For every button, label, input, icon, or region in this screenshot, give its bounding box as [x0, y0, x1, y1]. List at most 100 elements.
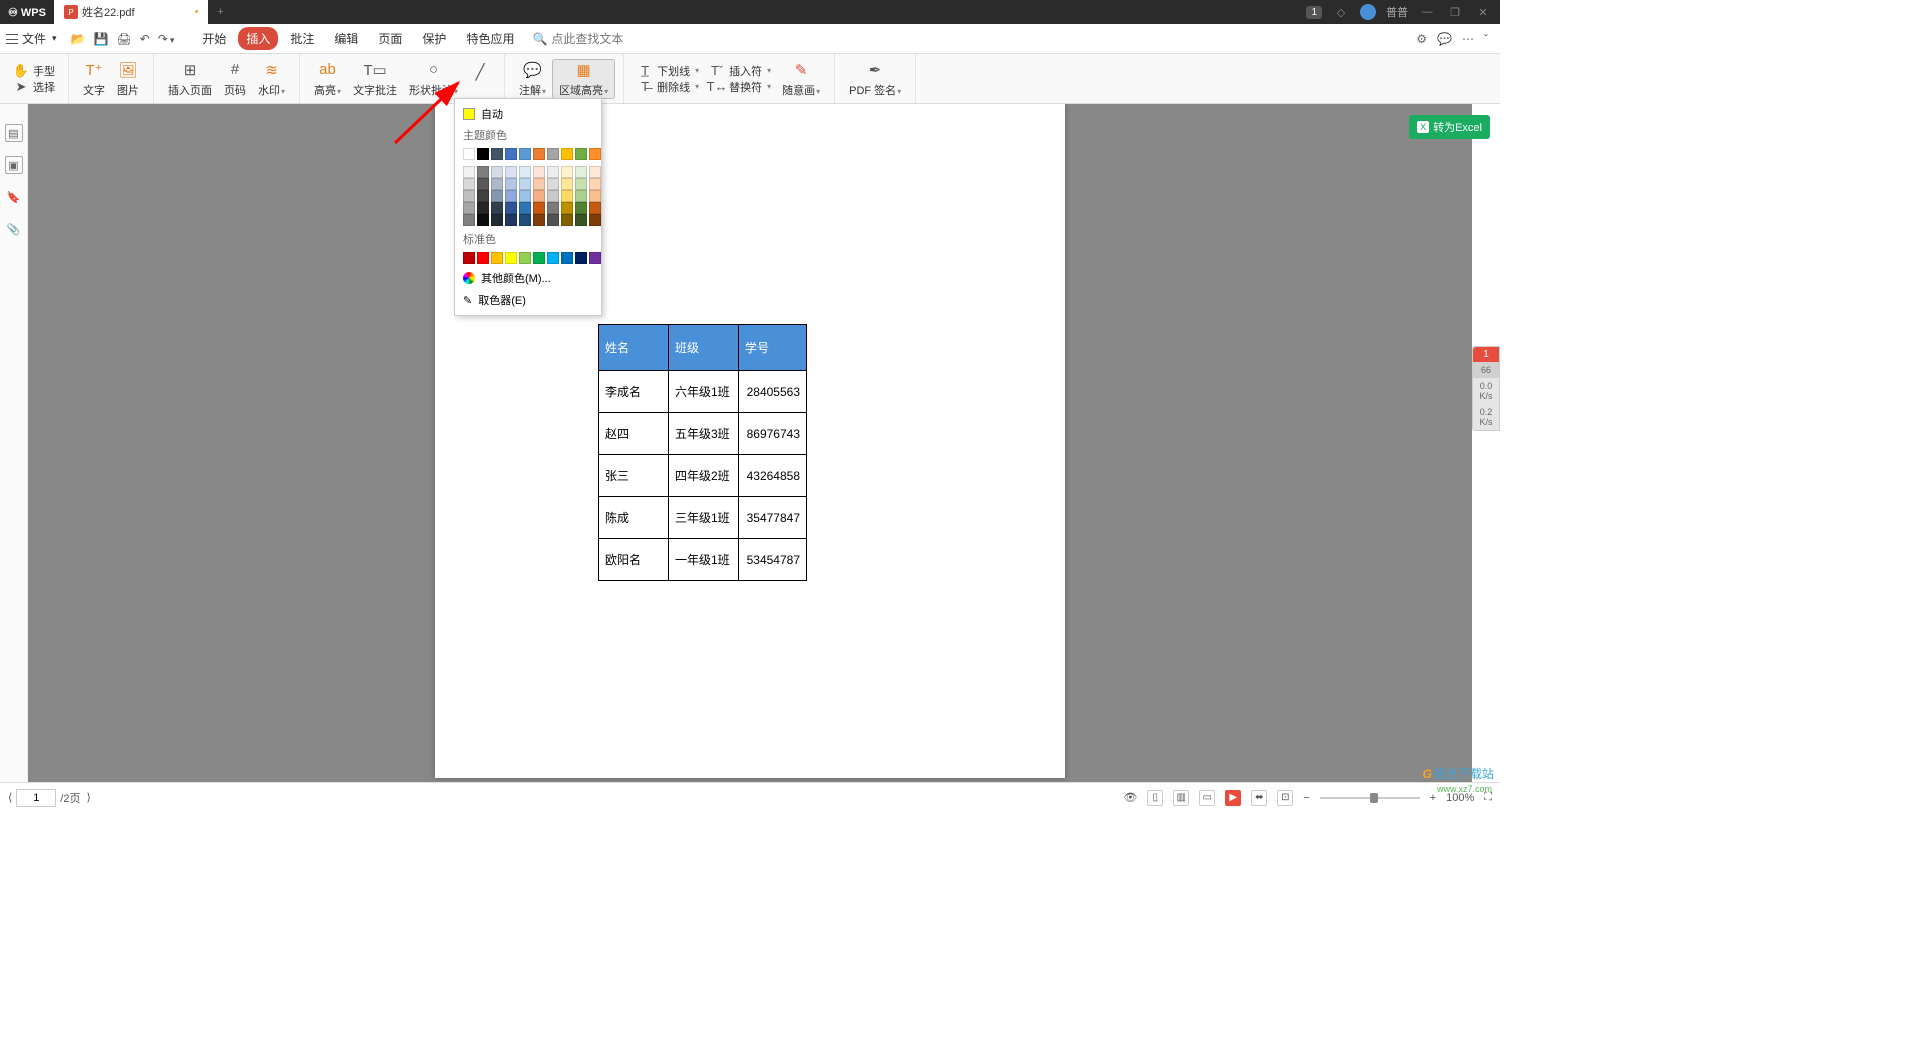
open-icon[interactable]: 📂 [71, 32, 86, 46]
color-swatch[interactable] [561, 166, 573, 178]
redo-icon[interactable]: ↷▾ [158, 32, 175, 46]
color-swatch[interactable] [547, 166, 559, 178]
color-swatch[interactable] [575, 202, 587, 214]
select-tool[interactable]: ➤选择 [8, 79, 60, 95]
zoom-in-button[interactable]: + [1430, 792, 1436, 804]
file-menu[interactable]: 文件▾ [6, 30, 65, 47]
color-swatch[interactable] [477, 148, 489, 160]
highlight-button[interactable]: ab高亮▾ [308, 60, 347, 98]
tab-special[interactable]: 特色应用 [458, 27, 522, 50]
feedback-icon[interactable]: 💬 [1437, 32, 1452, 46]
color-swatch[interactable] [491, 214, 503, 226]
restore-button[interactable]: ❐ [1446, 3, 1464, 21]
color-swatch[interactable] [575, 214, 587, 226]
color-swatch[interactable] [505, 190, 517, 202]
single-page-icon[interactable]: ▯ [1147, 790, 1163, 806]
settings-icon[interactable]: ⚙ [1416, 32, 1427, 46]
color-swatch[interactable] [561, 148, 573, 160]
color-swatch[interactable] [477, 166, 489, 178]
color-swatch[interactable] [547, 214, 559, 226]
two-page-icon[interactable]: ▭ [1199, 790, 1215, 806]
convert-to-excel-button[interactable]: X 转为Excel [1409, 115, 1490, 139]
color-swatch[interactable] [519, 178, 531, 190]
color-swatch[interactable] [477, 178, 489, 190]
help-icon[interactable]: ⋯ [1462, 32, 1474, 46]
fit-width-icon[interactable]: ⬌ [1251, 790, 1267, 806]
page-input[interactable] [16, 789, 56, 807]
new-tab-button[interactable]: + [208, 6, 232, 18]
color-swatch[interactable] [519, 252, 531, 264]
insert-text[interactable]: T⁺文字 [77, 60, 111, 98]
color-swatch[interactable] [533, 214, 545, 226]
tab-protect[interactable]: 保护 [414, 27, 454, 50]
color-swatch[interactable] [505, 214, 517, 226]
color-swatch[interactable] [533, 178, 545, 190]
color-swatch[interactable] [575, 148, 587, 160]
color-swatch[interactable] [533, 252, 545, 264]
color-swatch[interactable] [477, 252, 489, 264]
tab-annotate[interactable]: 批注 [282, 27, 322, 50]
tab-insert[interactable]: 插入 [238, 27, 278, 50]
color-swatch[interactable] [519, 148, 531, 160]
alert-count[interactable]: 1 [1473, 347, 1499, 362]
save-icon[interactable]: 💾 [94, 32, 109, 46]
color-swatch[interactable] [575, 252, 587, 264]
fit-page-icon[interactable]: ⊡ [1277, 790, 1293, 806]
freehand-button[interactable]: ✎随意画▾ [776, 60, 826, 98]
color-swatch[interactable] [533, 190, 545, 202]
next-page-button[interactable]: ⟩ [86, 791, 90, 804]
color-swatch[interactable] [547, 190, 559, 202]
search-input[interactable] [551, 32, 651, 46]
color-swatch[interactable] [575, 190, 587, 202]
color-swatch[interactable] [463, 252, 475, 264]
color-swatch[interactable] [561, 202, 573, 214]
pdf-sign-button[interactable]: ✒PDF 签名▾ [843, 60, 907, 98]
color-swatch[interactable] [505, 252, 517, 264]
presentation-icon[interactable]: ▶ [1225, 790, 1241, 806]
color-swatch[interactable] [463, 190, 475, 202]
color-swatch[interactable] [589, 214, 601, 226]
color-swatch[interactable] [519, 166, 531, 178]
gallery-panel-icon[interactable]: ▣ [5, 156, 23, 174]
color-swatch[interactable] [547, 252, 559, 264]
page-number-button[interactable]: #页码 [218, 60, 252, 98]
color-swatch[interactable] [561, 190, 573, 202]
color-swatch[interactable] [589, 190, 601, 202]
notification-badge[interactable]: 1 [1306, 6, 1322, 19]
color-swatch[interactable] [575, 166, 587, 178]
document-canvas[interactable]: 姓名 班级 学号 李成名六年级1班28405563 赵四五年级3班8697674… [28, 104, 1472, 782]
more-colors-row[interactable]: 其他颜色(M)... [455, 267, 601, 289]
underline-button[interactable]: T̲下划线▾ [632, 63, 704, 79]
color-swatch[interactable] [547, 202, 559, 214]
color-swatch[interactable] [463, 148, 475, 160]
prev-page-button[interactable]: ⟨ [8, 791, 12, 804]
close-button[interactable]: ✕ [1474, 3, 1492, 21]
color-swatch[interactable] [505, 202, 517, 214]
color-swatch[interactable] [463, 202, 475, 214]
note-button[interactable]: 💬注解▾ [513, 60, 552, 98]
minimize-button[interactable]: — [1418, 3, 1436, 21]
zoom-out-button[interactable]: − [1303, 792, 1309, 804]
auto-color-row[interactable]: 自动 [455, 103, 601, 125]
color-swatch[interactable] [589, 166, 601, 178]
eyedropper-row[interactable]: ✎ 取色器(E) [455, 289, 601, 311]
color-swatch[interactable] [505, 166, 517, 178]
color-swatch[interactable] [463, 166, 475, 178]
color-swatch[interactable] [589, 178, 601, 190]
insert-char-button[interactable]: Tˇ插入符▾ [704, 63, 776, 79]
color-swatch[interactable] [519, 190, 531, 202]
color-swatch[interactable] [575, 178, 587, 190]
bookmark-panel-icon[interactable]: 🔖 [5, 188, 23, 206]
color-swatch[interactable] [505, 178, 517, 190]
watermark-button[interactable]: ≋水印▾ [252, 60, 291, 98]
color-swatch[interactable] [491, 190, 503, 202]
shape-annotation-button[interactable]: ○形状批注▾ [403, 60, 464, 98]
color-swatch[interactable] [505, 148, 517, 160]
color-swatch[interactable] [463, 178, 475, 190]
color-swatch[interactable] [533, 166, 545, 178]
search-box[interactable]: 🔍 [532, 32, 651, 46]
strikeout-button[interactable]: T̶删除线▾ [632, 79, 704, 95]
area-highlight-button[interactable]: ▦区域高亮▾ [552, 59, 615, 99]
color-swatch[interactable] [519, 214, 531, 226]
hand-tool[interactable]: ✋手型 [8, 63, 60, 79]
